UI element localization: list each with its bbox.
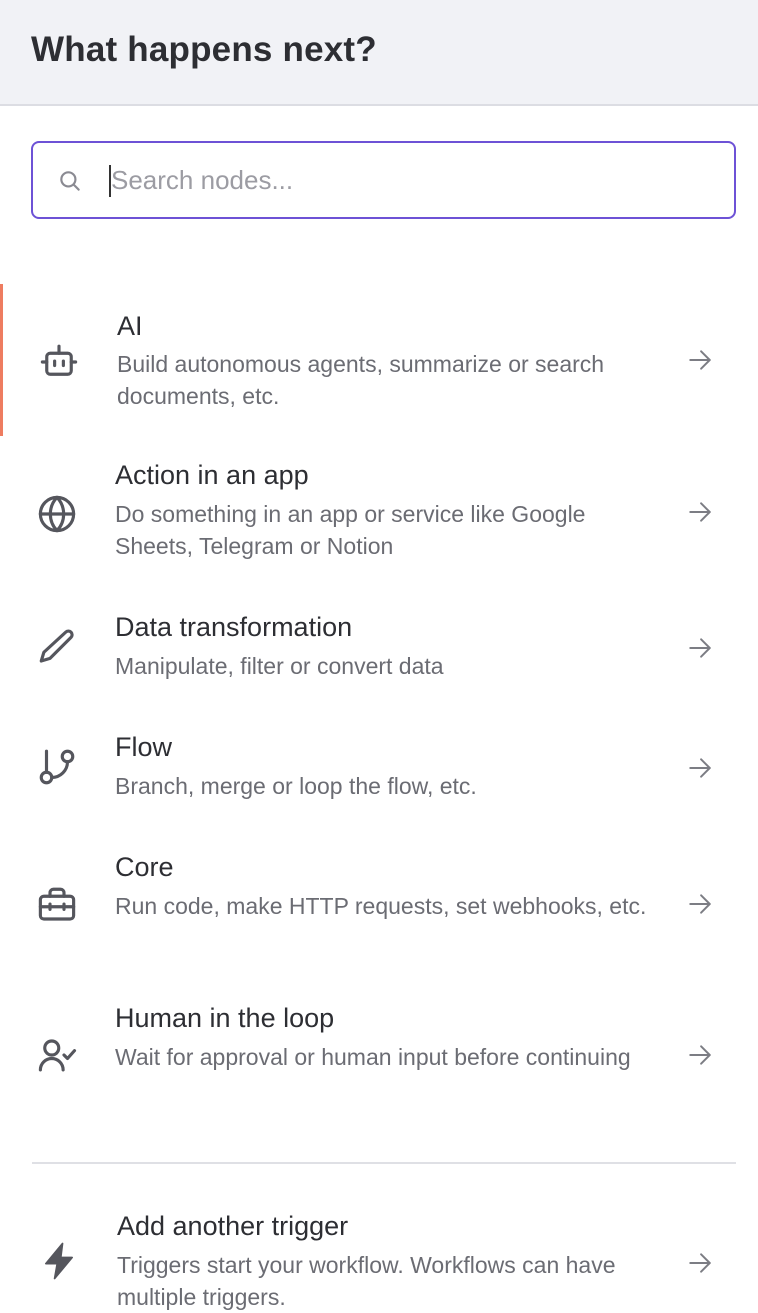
arrow-right-icon — [689, 894, 711, 914]
search-box[interactable] — [31, 141, 736, 219]
category-item-action-in-app[interactable]: Action in an app Do something in an app … — [0, 448, 758, 578]
item-description: Run code, make HTTP requests, set webhoo… — [115, 893, 647, 919]
user-check-icon — [38, 1039, 77, 1072]
item-title: Data transformation — [115, 612, 353, 642]
item-description: Manipulate, filter or convert data — [115, 653, 444, 679]
item-description: Build autonomous agents, summarize or se… — [117, 351, 605, 409]
category-item-ai[interactable]: AI Build autonomous agents, summarize or… — [0, 284, 758, 436]
item-title: Core — [115, 852, 174, 882]
lightning-icon — [45, 1242, 73, 1280]
item-description: Triggers start your workflow. Workflows … — [117, 1252, 616, 1310]
search-icon — [60, 171, 80, 191]
pencil-icon — [39, 629, 74, 663]
arrow-right-icon — [689, 1253, 711, 1273]
arrow-right-icon — [689, 350, 711, 370]
category-item-human-in-the-loop[interactable]: Human in the loop Wait for approval or h… — [0, 991, 758, 1121]
add-trigger-item[interactable]: Add another trigger Triggers start your … — [0, 1199, 758, 1310]
arrow-right-icon — [689, 1045, 711, 1065]
panel-header: What happens next? — [0, 0, 758, 106]
item-title: Add another trigger — [117, 1211, 349, 1241]
item-description: Branch, merge or loop the flow, etc. — [115, 773, 477, 799]
item-description: Do something in an app or service like G… — [115, 501, 586, 559]
category-item-core[interactable]: Core Run code, make HTTP requests, set w… — [0, 840, 758, 970]
search-input[interactable] — [109, 157, 711, 203]
arrow-right-icon — [689, 638, 711, 658]
category-item-flow[interactable]: Flow Branch, merge or loop the flow, etc… — [0, 720, 758, 820]
category-item-data-transformation[interactable]: Data transformation Manipulate, filter o… — [0, 600, 758, 700]
item-description: Wait for approval or human input before … — [115, 1044, 631, 1070]
item-title: AI — [117, 311, 143, 341]
toolbox-icon — [38, 887, 76, 921]
globe-icon — [38, 495, 76, 533]
item-title: Action in an app — [115, 460, 309, 490]
robot-icon — [40, 344, 78, 376]
git-branch-icon — [39, 749, 75, 785]
item-title: Human in the loop — [115, 1003, 335, 1033]
arrow-right-icon — [689, 758, 711, 778]
divider — [32, 1162, 736, 1164]
arrow-right-icon — [689, 502, 711, 522]
page-title: What happens next? — [31, 30, 377, 69]
item-title: Flow — [115, 732, 173, 762]
